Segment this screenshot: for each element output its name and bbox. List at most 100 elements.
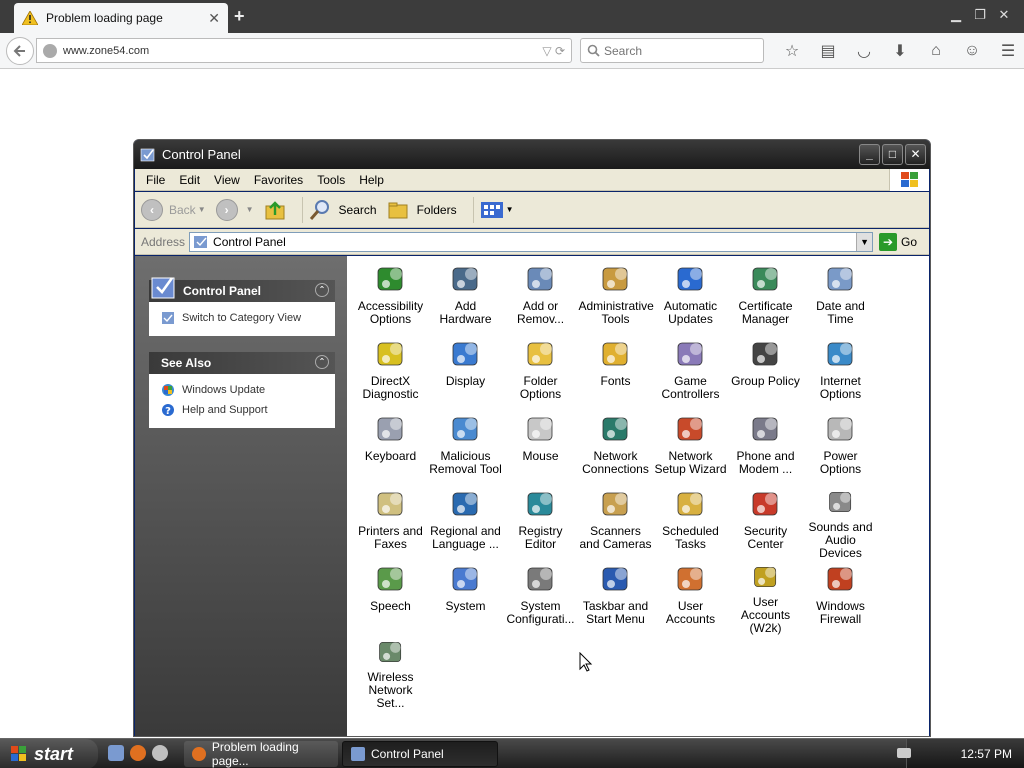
applet-item[interactable]: Date and Time: [803, 260, 878, 335]
help-support-link[interactable]: ? Help and Support: [161, 400, 327, 420]
applet-label: Mouse: [522, 449, 559, 463]
applet-item[interactable]: Internet Options: [803, 335, 878, 410]
applet-item[interactable]: Speech: [353, 560, 428, 635]
downloads-icon[interactable]: ⬇: [882, 40, 918, 62]
browser-search-box[interactable]: [580, 38, 764, 63]
applet-item[interactable]: Power Options: [803, 410, 878, 485]
applet-item[interactable]: Administrative Tools: [578, 260, 654, 335]
pocket-icon[interactable]: ◡: [846, 40, 882, 62]
applet-label: Add Hardware: [439, 299, 492, 326]
forward-nav-button[interactable]: › ▼: [215, 198, 254, 221]
applet-item[interactable]: Taskbar and Start Menu: [578, 560, 653, 635]
applet-item[interactable]: Regional and Language ...: [428, 485, 503, 560]
firefox-icon[interactable]: [130, 745, 146, 761]
hamburger-menu-icon[interactable]: ☰: [990, 40, 1024, 62]
menu-help[interactable]: Help: [352, 173, 391, 187]
reading-list-icon[interactable]: ▤: [810, 40, 846, 62]
applet-item[interactable]: User Accounts (W2k): [728, 560, 803, 635]
hello-icon[interactable]: ☺: [954, 40, 990, 62]
menu-edit[interactable]: Edit: [172, 173, 207, 187]
applet-item[interactable]: Certificate Manager: [728, 260, 803, 335]
menu-view[interactable]: View: [207, 173, 247, 187]
applet-item[interactable]: System: [428, 560, 503, 635]
start-button[interactable]: start: [0, 739, 98, 768]
see-also-header[interactable]: See Also ⌃: [149, 352, 335, 374]
applet-item[interactable]: Group Policy: [728, 335, 803, 410]
applet-item[interactable]: Fonts: [578, 335, 653, 410]
applet-item[interactable]: Windows Firewall: [803, 560, 878, 635]
views-button[interactable]: ▼: [480, 200, 514, 220]
arrow-left-icon: [13, 45, 25, 57]
bookmark-star-icon[interactable]: ☆: [774, 40, 810, 62]
folders-button[interactable]: Folders: [387, 199, 457, 221]
back-label: Back: [169, 202, 196, 217]
applet-item[interactable]: Sounds and Audio Devices: [803, 485, 878, 560]
address-dropdown-icon[interactable]: ▼: [856, 232, 873, 251]
directx-icon: [377, 342, 402, 366]
menu-file[interactable]: File: [139, 173, 172, 187]
menu-favorites[interactable]: Favorites: [247, 173, 310, 187]
applet-item[interactable]: Network Connections: [578, 410, 653, 485]
applet-item[interactable]: Automatic Updates: [653, 260, 728, 335]
menu-tools[interactable]: Tools: [310, 173, 352, 187]
clock[interactable]: 12:57 PM: [961, 747, 1012, 761]
search-button[interactable]: Search: [309, 199, 377, 221]
applet-item[interactable]: DirectX Diagnostic: [353, 335, 428, 410]
applet-item[interactable]: Registry Editor: [503, 485, 578, 560]
applet-item[interactable]: Add or Remov...: [503, 260, 578, 335]
reload-icon[interactable]: ▽ ⟳: [542, 44, 571, 58]
applet-item[interactable]: Folder Options: [503, 335, 578, 410]
close-button[interactable]: ✕: [905, 144, 926, 165]
applet-item[interactable]: Mouse: [503, 410, 578, 485]
taskbar-item-firefox[interactable]: Problem loading page...: [184, 740, 338, 768]
applet-item[interactable]: Scanners and Cameras: [578, 485, 653, 560]
applet-item[interactable]: Network Setup Wizard: [653, 410, 728, 485]
go-arrow-icon: ➔: [879, 232, 898, 251]
windows-update-link[interactable]: Windows Update: [161, 380, 327, 400]
collapse-chevron-icon[interactable]: ⌃: [315, 355, 329, 369]
window-titlebar[interactable]: Control Panel _ □ ✕: [134, 140, 930, 169]
up-folder-button[interactable]: [264, 199, 286, 221]
address-field[interactable]: Control Panel ▼: [189, 231, 874, 252]
applet-item[interactable]: Scheduled Tasks: [653, 485, 728, 560]
applet-item[interactable]: Keyboard: [353, 410, 428, 485]
applet-item[interactable]: System Configurati...: [503, 560, 578, 635]
taskbar-item-control-panel[interactable]: Control Panel: [342, 741, 498, 767]
applet-item[interactable]: Security Center: [728, 485, 803, 560]
new-tab-icon[interactable]: +: [234, 6, 245, 27]
minimize-icon[interactable]: ▁: [944, 6, 968, 24]
views-dropdown-icon[interactable]: ▼: [506, 205, 514, 214]
applet-item[interactable]: Malicious Removal Tool: [428, 410, 503, 485]
close-icon[interactable]: ✕: [992, 6, 1016, 24]
show-desktop-icon[interactable]: [108, 745, 124, 761]
applet-item[interactable]: Game Controllers: [653, 335, 728, 410]
applet-item[interactable]: User Accounts: [653, 560, 728, 635]
applet-item[interactable]: Accessibility Options: [353, 260, 428, 335]
maximize-button[interactable]: □: [882, 144, 903, 165]
home-icon[interactable]: ⌂: [918, 40, 954, 62]
search-input[interactable]: [604, 43, 754, 58]
applet-item[interactable]: Printers and Faxes: [353, 485, 428, 560]
minimize-button[interactable]: _: [859, 144, 880, 165]
browser-tab[interactable]: Problem loading page ✕: [14, 3, 228, 33]
add-remove-programs-icon: [527, 267, 552, 291]
browser-nav-bar: www.zone54.com ▽ ⟳ ☆ ▤ ◡ ⬇ ⌂ ☺ ☰: [0, 33, 1024, 69]
back-dropdown-icon[interactable]: ▼: [198, 205, 206, 214]
keyboard-tray-icon[interactable]: [897, 748, 911, 758]
applet-item[interactable]: Display: [428, 335, 503, 410]
applet-item[interactable]: Phone and Modem ...: [728, 410, 803, 485]
control-panel-section-header[interactable]: Control Panel ⌃: [149, 277, 335, 302]
applet-item[interactable]: Wireless Network Set...: [353, 635, 428, 710]
switch-category-view-link[interactable]: Switch to Category View: [161, 308, 327, 328]
go-button[interactable]: ➔ Go: [879, 232, 917, 251]
applet-item[interactable]: Add Hardware: [428, 260, 503, 335]
url-bar[interactable]: www.zone54.com ▽ ⟳: [36, 38, 572, 63]
back-nav-button[interactable]: ‹ Back ▼: [141, 198, 206, 221]
close-tab-icon[interactable]: ✕: [208, 10, 220, 27]
media-player-icon[interactable]: [152, 745, 168, 761]
control-panel-icon: [351, 747, 365, 761]
back-button[interactable]: [6, 37, 34, 65]
restore-icon[interactable]: ❐: [968, 6, 992, 24]
collapse-chevron-icon[interactable]: ⌃: [315, 283, 329, 297]
forward-dropdown-icon[interactable]: ▼: [246, 205, 254, 214]
